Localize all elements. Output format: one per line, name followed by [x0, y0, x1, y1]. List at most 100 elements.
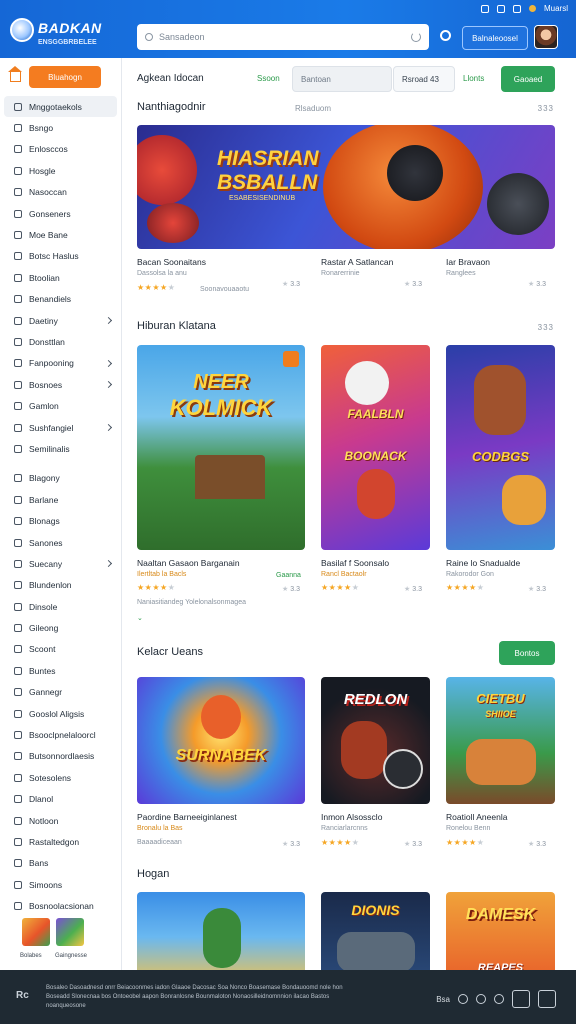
sidebar-item[interactable]: Notloon [0, 810, 121, 831]
toolbar-link[interactable]: Ssoon [257, 74, 280, 83]
sidebar-item[interactable]: Donsttlan [0, 331, 121, 352]
sidebar-item[interactable]: Benandiels [0, 289, 121, 310]
sidebar-item[interactable]: Sotesolens [0, 767, 121, 788]
sidebar-item[interactable]: Butsonnordlaesis [0, 746, 121, 767]
help-icon[interactable] [458, 994, 468, 1004]
section-title: Kelacr Ueans [137, 646, 204, 658]
game-tile[interactable]: CODBGS [446, 345, 555, 550]
game-tile[interactable]: FAALBLN BOONACK [321, 345, 430, 550]
toolbar-action-button[interactable]: Gaoaed [501, 66, 555, 92]
top-header: Muarsl BADKAN ENSGGBRBELEE Sansadeon Bal… [0, 0, 576, 58]
sidebar-item[interactable]: Gonseners [0, 203, 121, 224]
battery-icon [480, 4, 489, 13]
sidebar-item[interactable]: Dlanol [0, 789, 121, 810]
section-title: Hiburan Klatana [137, 320, 216, 332]
game-tile[interactable]: DAMESK REAPES [446, 892, 555, 970]
game-tile[interactable]: SURNABEK [137, 677, 305, 804]
sidebar-item[interactable]: Rastaltedgon [0, 831, 121, 852]
sidebar-item[interactable]: Gannegr [0, 682, 121, 703]
home-row: Bluahogn [8, 66, 101, 88]
refresh-icon[interactable] [411, 32, 421, 42]
game-tile[interactable]: NEER KOLMICK [137, 345, 305, 550]
card-title[interactable]: Roatioll Aneenla [446, 812, 507, 822]
menu-icon[interactable] [512, 990, 530, 1008]
sidebar-item[interactable]: Dinsole [0, 596, 121, 617]
fullscreen-icon[interactable] [538, 990, 556, 1008]
sidebar-item[interactable]: Enlosccos [0, 139, 121, 160]
expand-chevron-icon[interactable]: ⌄ [137, 614, 143, 622]
sidebar-item[interactable]: Bosnoolacsionan [0, 895, 121, 916]
sidebar-item[interactable]: Sushfangiel [0, 417, 121, 438]
sidebar-divider [0, 460, 121, 468]
sidebar-item[interactable]: Sanones [0, 532, 121, 553]
home-icon[interactable] [8, 66, 22, 82]
card-title[interactable]: Iar Bravaon [446, 257, 490, 267]
sidebar-item[interactable]: Botsc Haslus [0, 246, 121, 267]
game-tile[interactable]: CIETBU SHIIOE [446, 677, 555, 804]
logo-subtitle: ENSGGBRBELEE [38, 39, 97, 46]
game-tile[interactable] [137, 892, 305, 970]
sidebar-item[interactable]: Gileong [0, 617, 121, 638]
sidebar-item[interactable]: Simoons [0, 874, 121, 895]
sidebar-thumbnail[interactable] [56, 918, 84, 946]
nav-item-icon [14, 795, 22, 804]
card-title[interactable]: Paordine Barneeiginlanest [137, 812, 237, 822]
search-input[interactable]: Sansadeon [137, 24, 429, 50]
featured-banner[interactable]: HIASRIAN BSBALLN ESABESISENDINUB [137, 125, 555, 249]
card-title[interactable]: Naaltan Gasaon Barganain [137, 558, 240, 568]
filter-field[interactable]: Bantoan [292, 66, 392, 92]
sidebar-item[interactable]: Hosgle [0, 160, 121, 181]
card-title[interactable]: Rastar A Satlancan [321, 257, 393, 267]
character-art [474, 365, 526, 435]
settings-icon[interactable] [494, 994, 504, 1004]
sidebar-item[interactable]: Semilinalis [0, 438, 121, 459]
game-tile[interactable]: DIONIS [321, 892, 430, 970]
game-tile[interactable]: REDLON [321, 677, 430, 804]
search-icon[interactable] [440, 30, 451, 41]
sidebar-item[interactable]: Gamlon [0, 395, 121, 416]
home-button[interactable]: Bluahogn [29, 66, 101, 88]
sidebar-item[interactable]: Scoont [0, 639, 121, 660]
card-title[interactable]: Raine lo Snadualde [446, 558, 520, 568]
sidebar-item[interactable]: Nasoccan [0, 182, 121, 203]
footer-text: Bosaleo Dasoadnesd onrr Beiacoonmes iado… [46, 985, 343, 1009]
sidebar-item[interactable]: Bans [0, 853, 121, 874]
card-title[interactable]: Basilaf f Soonsalo [321, 558, 389, 568]
avatar[interactable] [534, 25, 558, 49]
account-button[interactable]: Balnaleoosel [462, 26, 528, 50]
sidebar-item[interactable]: Bsooclpnelaloorcl [0, 724, 121, 745]
star-rating: ★★★★★ [321, 583, 360, 592]
sidebar-item[interactable]: Bsngo [0, 117, 121, 138]
card-title[interactable]: Bacan Soonaitans [137, 257, 206, 267]
sidebar-item[interactable]: Gooslol Aligsis [0, 703, 121, 724]
sidebar-item[interactable]: Daetiny [0, 310, 121, 331]
game-tile-title: SURNABEK [175, 747, 267, 764]
sidebar-item[interactable]: Moe Bane [0, 224, 121, 245]
notification-icon[interactable] [528, 5, 536, 12]
nav-item-icon [14, 102, 22, 111]
sidebar-item-label: Gamlon [29, 401, 59, 412]
sidebar-item[interactable]: Blundenlon [0, 575, 121, 596]
filter-select[interactable]: Rsroad 43 [393, 66, 455, 92]
sidebar-item[interactable]: Barlane [0, 489, 121, 510]
sidebar-item[interactable]: Fanpooning [0, 353, 121, 374]
rating: ★ 3.3 [404, 281, 422, 288]
nav-item-icon [14, 252, 22, 261]
section-more[interactable]: 333 [538, 104, 554, 113]
toolbar-link-secondary[interactable]: Llonts [463, 74, 484, 83]
sidebar-item[interactable]: Btoolian [0, 267, 121, 288]
sidebar-item[interactable]: Blagony [0, 468, 121, 489]
section-action-button[interactable]: Bontos [499, 641, 555, 665]
app-logo[interactable]: BADKAN ENSGGBRBELEE [10, 14, 120, 52]
section-more[interactable]: 333 [538, 323, 554, 332]
info-icon[interactable] [476, 994, 486, 1004]
sidebar-thumbnail[interactable] [22, 918, 50, 946]
sidebar-item[interactable]: Bosnoes [0, 374, 121, 395]
sidebar-item[interactable]: Buntes [0, 660, 121, 681]
sidebar-thumbnails [22, 918, 84, 946]
sidebar-item[interactable]: Suecany [0, 553, 121, 574]
sidebar-item[interactable]: Mnggotaekols [4, 96, 117, 118]
sidebar-item-label: Bosnoes [29, 379, 63, 390]
sidebar-item[interactable]: Blonags [0, 510, 121, 531]
card-title[interactable]: Inmon Alsossclo [321, 812, 382, 822]
